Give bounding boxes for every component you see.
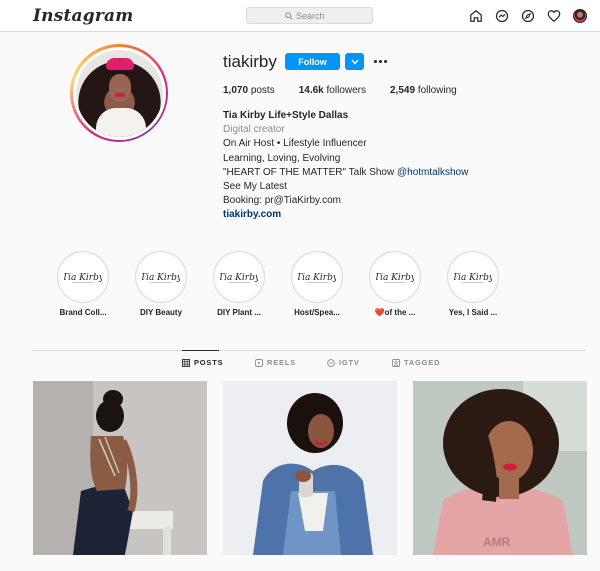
svg-text:Tia Kirby: Tia Kirby <box>376 273 414 283</box>
post-thumbnail[interactable]: AMR <box>413 381 587 555</box>
highlight-item[interactable]: Tia Kirby Host/Spea... <box>282 251 352 317</box>
heart-emoji-icon: ❤️ <box>374 308 385 317</box>
highlight-cover-logo: Tia Kirby <box>454 273 492 283</box>
svg-text:Tia Kirby: Tia Kirby <box>454 273 492 283</box>
highlight-label: Brand Coll... <box>59 308 107 317</box>
instagram-logo[interactable]: Instagram <box>33 6 133 26</box>
reels-icon <box>255 358 263 367</box>
search-icon <box>285 11 293 20</box>
bio-line: Learning, Loving, Evolving <box>223 152 341 164</box>
heart-icon[interactable] <box>546 8 562 24</box>
bio-line: See My Latest <box>223 181 287 193</box>
search-input[interactable] <box>296 10 334 21</box>
profile-photo <box>75 49 163 137</box>
messenger-icon[interactable] <box>494 8 510 24</box>
bio-line: On Air Host • Lifestyle Influencer <box>223 138 367 150</box>
highlight-label: Host/Spea... <box>294 308 340 317</box>
svg-text:Tia Kirby: Tia Kirby <box>298 273 336 283</box>
search-box[interactable] <box>246 7 373 24</box>
top-nav: Instagram <box>0 0 600 32</box>
highlight-label: DIY Beauty <box>139 308 183 317</box>
tagged-icon <box>392 358 400 367</box>
story-highlights: Tia Kirby Brand Coll... Tia Kirby DIY Be… <box>48 251 568 326</box>
highlight-cover-logo: Tia Kirby <box>220 273 258 283</box>
tabs-divider <box>32 350 586 351</box>
posts-stat: 1,070 posts <box>223 85 275 96</box>
post-image <box>223 381 397 555</box>
grid-icon <box>182 358 190 367</box>
bio-line: Booking: pr@TiaKirby.com <box>223 195 341 207</box>
profile-stats: 1,070 posts 14.6k followers 2,549 follow… <box>223 85 481 96</box>
post-thumbnail[interactable] <box>223 381 397 555</box>
highlight-label: ❤️of the ... <box>374 308 416 317</box>
tab-igtv[interactable]: IGTV <box>327 358 360 367</box>
highlight-cover-logo: Tia Kirby <box>298 273 336 283</box>
suggested-dropdown-button[interactable] <box>345 53 364 70</box>
igtv-icon <box>327 358 335 367</box>
highlight-cover-logo: Tia Kirby <box>142 273 180 283</box>
highlight-label: Yes, I Said ... <box>448 308 498 317</box>
following-stat[interactable]: 2,549 following <box>390 85 457 96</box>
explore-icon[interactable] <box>520 8 536 24</box>
more-options-icon[interactable] <box>372 56 388 66</box>
highlight-label: DIY Plant ... <box>217 308 261 317</box>
profile-bio: Tia Kirby Life+Style Dallas Digital crea… <box>223 109 468 223</box>
follow-button[interactable]: Follow <box>285 53 340 70</box>
bio-website-link[interactable]: tiakirby.com <box>223 208 468 222</box>
bio-mention-link[interactable]: @hotmtalkshow <box>397 167 468 178</box>
bio-line: "HEART OF THE MATTER" Talk Show @hotmtal… <box>223 166 469 178</box>
tab-reels[interactable]: REELS <box>255 358 296 367</box>
bio-full-name: Tia Kirby Life+Style Dallas <box>223 110 349 121</box>
highlight-item[interactable]: Tia Kirby Brand Coll... <box>48 251 118 317</box>
highlight-cover-logo: Tia Kirby <box>64 273 102 283</box>
profile-avatar-large[interactable] <box>70 44 168 142</box>
tab-posts[interactable]: POSTS <box>182 358 223 367</box>
svg-text:Tia Kirby: Tia Kirby <box>64 273 102 283</box>
chevron-down-icon <box>350 59 359 65</box>
post-image <box>33 381 207 555</box>
post-image: AMR <box>413 381 587 555</box>
highlight-item[interactable]: Tia Kirby Yes, I Said ... <box>438 251 508 317</box>
svg-text:Tia Kirby: Tia Kirby <box>220 273 258 283</box>
home-icon[interactable] <box>468 8 484 24</box>
followers-stat[interactable]: 14.6k followers <box>299 85 366 96</box>
profile-tabs: POSTS REELS IGTV TAGGED <box>0 358 600 372</box>
highlight-item[interactable]: Tia Kirby DIY Plant ... <box>204 251 274 317</box>
highlight-cover-logo: Tia Kirby <box>376 273 414 283</box>
highlight-item[interactable]: Tia Kirby DIY Beauty <box>126 251 196 317</box>
profile-avatar[interactable] <box>572 8 588 24</box>
svg-text:AMR: AMR <box>483 535 511 549</box>
tab-tagged[interactable]: TAGGED <box>392 358 440 367</box>
post-thumbnail[interactable] <box>33 381 207 555</box>
bio-category: Digital creator <box>223 124 285 136</box>
profile-username: tiakirby <box>223 52 277 71</box>
svg-text:Tia Kirby: Tia Kirby <box>142 273 180 283</box>
active-tab-indicator <box>182 350 219 351</box>
highlight-item[interactable]: Tia Kirby ❤️of the ... <box>360 251 430 317</box>
